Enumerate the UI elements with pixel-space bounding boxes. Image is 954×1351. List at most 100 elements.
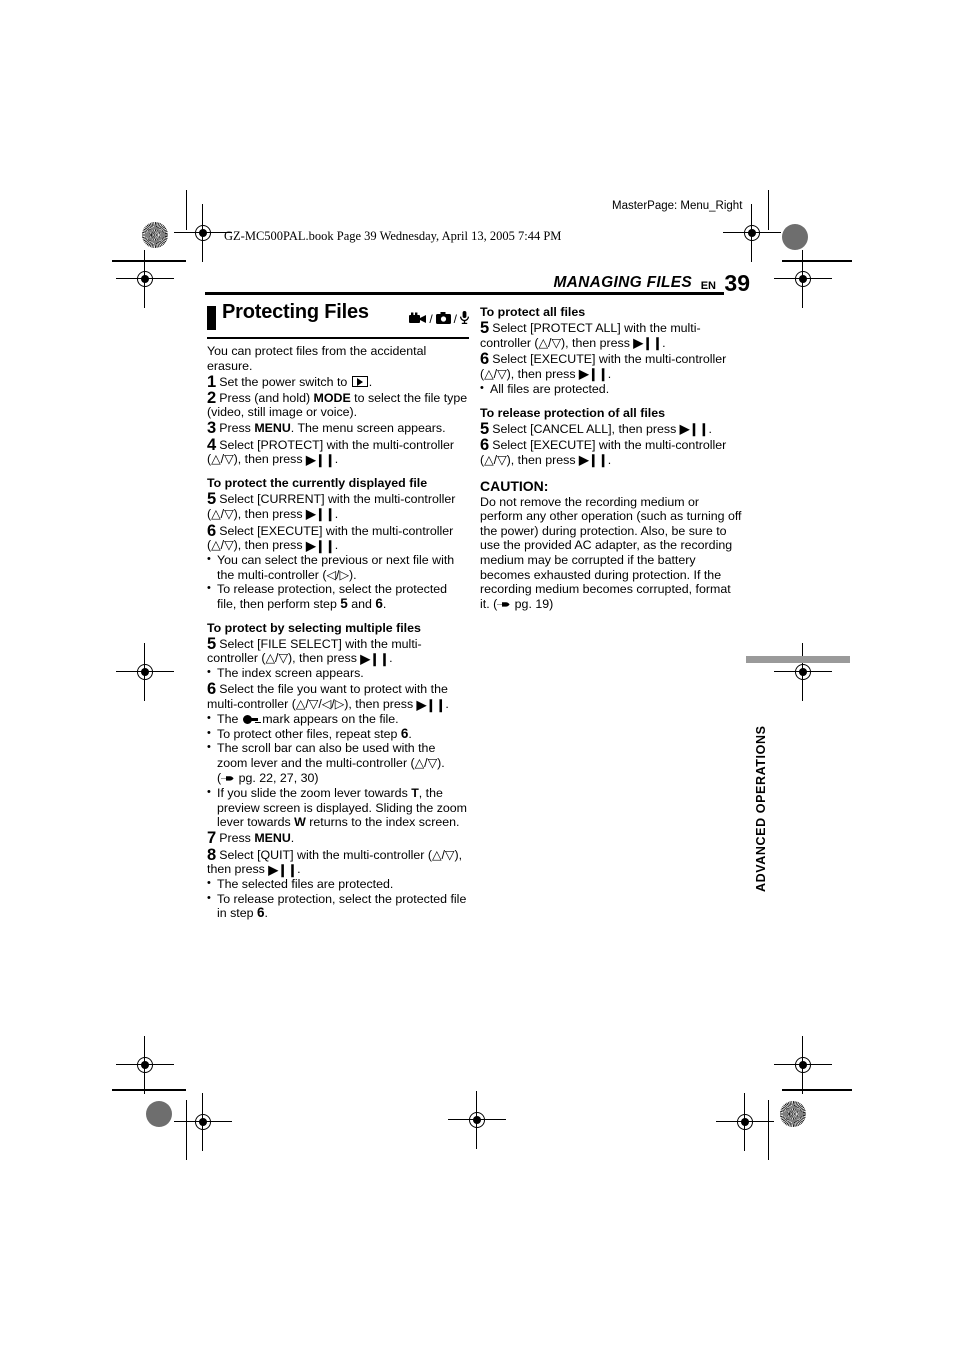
bullets-step-5-multiple: The index screen appears. bbox=[207, 665, 469, 681]
list-item: The selected files are protected. bbox=[207, 876, 469, 892]
step-7-text-b: . bbox=[290, 831, 295, 846]
play-pause-icon: ▶❙❙ bbox=[268, 862, 298, 877]
language-code: EN bbox=[700, 280, 716, 292]
nav-up-down-icon: △/▽ bbox=[211, 506, 234, 521]
step-6-all-text-c: . bbox=[607, 366, 612, 381]
nav-up-down-icon: △/▽ bbox=[538, 335, 562, 350]
step-5-multiple-number: 5 bbox=[207, 634, 217, 653]
subheading-release-all: To release protection of all files bbox=[480, 405, 665, 420]
bullets-step-6-multiple: The mark appears on the file. To protect… bbox=[207, 711, 469, 830]
step-6-current: 6 Select [EXECUTE] with the multi-control… bbox=[207, 521, 469, 554]
step-6-release-number: 6 bbox=[480, 436, 490, 455]
bullet-text-a: The bbox=[217, 712, 242, 727]
step-8-text-c: . bbox=[297, 862, 301, 877]
subheading-protect-all: To protect all files bbox=[480, 305, 586, 319]
step-6-current-number: 6 bbox=[207, 521, 217, 540]
step-6-multiple-number: 6 bbox=[207, 680, 217, 699]
nav-up-down-icon: △/▽ bbox=[211, 538, 234, 553]
step-5-current-text-c: . bbox=[334, 506, 339, 521]
nav-up-down-icon: △/▽ bbox=[265, 651, 289, 666]
step-4-number: 4 bbox=[207, 435, 217, 454]
crop-line-top-left bbox=[112, 260, 186, 262]
pointing-hand-icon bbox=[497, 598, 510, 613]
list-item: To protect other files, repeat step 6. bbox=[207, 726, 469, 742]
step-3-number: 3 bbox=[207, 419, 217, 438]
step-6-multiple-text-c: . bbox=[445, 697, 449, 712]
caution-text-a: Do not remove the recording medium or pe… bbox=[480, 494, 742, 611]
step-6-multiple: 6 Select the file you want to protect wit… bbox=[207, 680, 469, 712]
nav-up-down-icon: △/▽ bbox=[484, 366, 507, 381]
step-5-all-number: 5 bbox=[480, 319, 490, 338]
step-8-text-a: Select [QUIT] with the multi-controller … bbox=[219, 847, 432, 862]
step-5-multiple-text-b: ), then press bbox=[288, 651, 361, 666]
zoom-t-label: T bbox=[411, 786, 419, 801]
registration-mark-left-middle bbox=[116, 643, 174, 701]
step-6-release-all: 6 Select [EXECUTE] with the multi-control… bbox=[480, 436, 742, 468]
list-item: If you slide the zoom lever towards T, t… bbox=[207, 785, 469, 830]
play-pause-icon: ▶❙❙ bbox=[578, 453, 608, 468]
nav-up-down-icon: △/▽ bbox=[431, 847, 455, 862]
step-5-release-all: 5 Select [CANCEL ALL], then press ▶❙❙. bbox=[480, 420, 742, 437]
step-3-text-a: Press bbox=[219, 421, 255, 436]
bullet-text-b: ). bbox=[349, 567, 357, 582]
play-pause-icon: ▶❙❙ bbox=[633, 336, 663, 351]
list-item: The mark appears on the file. bbox=[207, 711, 469, 727]
bullet-text-a: To release protection, select the protec… bbox=[217, 582, 448, 611]
step-4-text-c: . bbox=[334, 452, 339, 467]
density-patch-top-left bbox=[142, 222, 168, 248]
page-title: Protecting Files bbox=[222, 301, 369, 323]
step-1-text-a: Set the power switch to bbox=[219, 374, 351, 389]
still-camera-icon bbox=[435, 311, 451, 328]
step-6-multiple-text-b: ), then press bbox=[344, 697, 417, 712]
play-pause-icon: ▶❙❙ bbox=[416, 697, 446, 712]
step-8-number: 8 bbox=[207, 845, 217, 864]
caution-text-b: pg. 19) bbox=[511, 596, 554, 611]
icon-separator-2: / bbox=[453, 312, 457, 326]
nav-up-down-icon: △/▽ bbox=[484, 452, 507, 467]
bullet-text-a: The index screen appears. bbox=[217, 666, 364, 681]
nav-up-down-left-right-icon: △/▽/◁/▷ bbox=[295, 697, 345, 712]
list-item: To release protection, select the protec… bbox=[207, 891, 469, 921]
density-patch-bottom-right bbox=[780, 1101, 806, 1127]
media-mode-icons: / / bbox=[409, 311, 470, 328]
video-camera-icon bbox=[409, 312, 427, 328]
step-1-number: 1 bbox=[207, 372, 217, 391]
step-6-all: 6 Select [EXECUTE] with the multi-control… bbox=[480, 351, 742, 382]
bullet-text-c: . bbox=[382, 597, 387, 611]
crop-line-left-lower bbox=[186, 1100, 187, 1160]
crop-line-bottom-right bbox=[782, 1089, 852, 1091]
crop-line-right-lower bbox=[768, 1100, 769, 1160]
section-rule bbox=[207, 337, 469, 339]
step-5-multiple: 5 Select [FILE SELECT] with the multi-con… bbox=[207, 634, 469, 667]
step-reference: 5 bbox=[340, 596, 348, 611]
step-reference: 6 bbox=[375, 596, 383, 611]
subheading-protect-multiple: To protect by selecting multiple files bbox=[207, 620, 421, 635]
intro-text: You can protect files from the accidenta… bbox=[207, 344, 427, 373]
nav-up-down-icon: △/▽ bbox=[414, 755, 438, 770]
registration-mark-bottom-left bbox=[174, 1093, 232, 1151]
chapter-title: MANAGING FILES bbox=[551, 274, 694, 292]
step-5-release-text-a: Select [CANCEL ALL], then press bbox=[492, 421, 680, 436]
page-number: 39 bbox=[724, 270, 750, 297]
running-head: MANAGING FILES EN 39 bbox=[205, 270, 750, 298]
bullet-text-b: ). bbox=[437, 755, 445, 770]
bullet-text-b: mark appears on the file. bbox=[258, 712, 399, 727]
nav-left-right-icon: ◁/▷ bbox=[326, 567, 349, 582]
section-header: Protecting Files / / bbox=[207, 301, 470, 339]
step-2-text-a: Press (and hold) bbox=[219, 390, 314, 405]
bullet-text-a: To release protection, select the protec… bbox=[217, 891, 467, 921]
step-4: 4 Select [PROTECT] with the multi-control… bbox=[207, 435, 469, 468]
step-7-bold: MENU bbox=[254, 831, 291, 846]
play-pause-icon: ▶❙❙ bbox=[305, 538, 335, 553]
list-item: The index screen appears. bbox=[207, 665, 469, 681]
step-6-current-text-b: ), then press bbox=[233, 538, 306, 553]
zoom-w-label: W bbox=[294, 815, 306, 830]
step-1: 1 Set the power switch to . bbox=[207, 372, 469, 391]
step-7-text-a: Press bbox=[219, 831, 255, 846]
step-4-text-b: ), then press bbox=[233, 452, 306, 467]
play-pause-icon: ▶❙❙ bbox=[305, 452, 335, 467]
running-head-rule bbox=[205, 292, 750, 295]
play-pause-icon: ▶❙❙ bbox=[578, 367, 608, 382]
registration-mark-top-right bbox=[723, 204, 781, 262]
play-pause-icon: ▶❙❙ bbox=[360, 651, 390, 666]
